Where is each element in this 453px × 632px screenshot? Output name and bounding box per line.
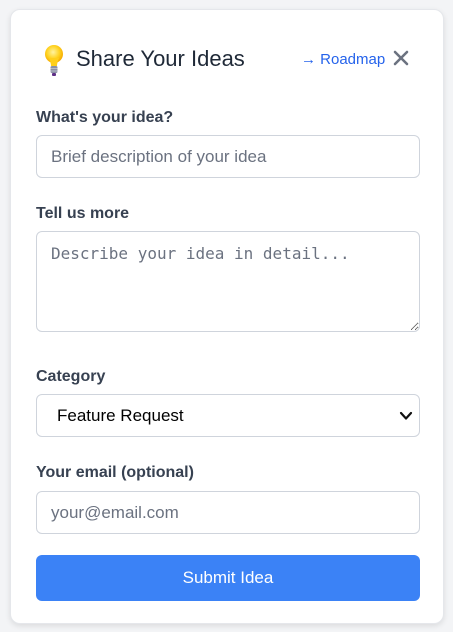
panel-header: Share Your Ideas → Roadmap — [35, 42, 419, 78]
email-field[interactable] — [36, 491, 420, 534]
category-label: Category — [36, 368, 106, 385]
lightbulb-icon — [45, 45, 63, 76]
idea-input[interactable] — [36, 135, 420, 178]
email-label: Your email (optional) — [36, 464, 194, 481]
submit-button[interactable]: Submit Idea — [36, 555, 420, 601]
close-icon[interactable] — [389, 46, 413, 70]
panel-title: Share Your Ideas — [76, 46, 245, 71]
feedback-panel: Share Your Ideas → Roadmap What's your i… — [10, 9, 444, 624]
category-selected-value: Feature Request — [57, 406, 184, 425]
category-select[interactable]: Feature Request — [36, 394, 420, 437]
roadmap-link[interactable]: → Roadmap — [301, 51, 385, 69]
details-textarea[interactable] — [36, 231, 420, 332]
details-label: Tell us more — [36, 205, 130, 222]
chevron-down-icon — [399, 411, 413, 420]
idea-label: What's your idea? — [36, 109, 174, 126]
